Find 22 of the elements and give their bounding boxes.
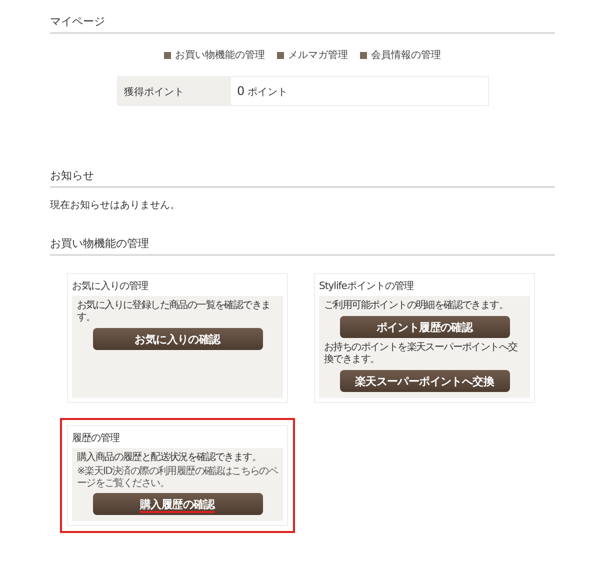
points-unit: ポイント	[248, 86, 288, 99]
page-title: マイページ	[50, 15, 105, 28]
card-title: お気に入りの管理	[72, 280, 150, 293]
section-title: お買い物機能の管理	[50, 237, 149, 250]
description-text: ご利用可能ポイントの明細を確認できます。	[324, 300, 510, 312]
description-text: お持ちのポイントを楽天スーパーポイントへ交換できます。	[324, 342, 518, 366]
action-button[interactable]: ポイント履歴の確認	[340, 316, 510, 338]
card-title: Stylifeポイントの管理	[319, 280, 415, 293]
nav-link[interactable]: お買い物機能の管理	[164, 48, 265, 62]
section-title: お知らせ	[50, 169, 94, 182]
points-label: 獲得ポイント	[118, 77, 231, 105]
action-button[interactable]: お気に入りの確認	[92, 328, 262, 350]
note-text: ※楽天ID決済の際の利用履歴の確認はこちらのページをご覧ください。	[77, 466, 278, 489]
description-text: 購入商品の履歴と配送状況を確認できます。	[77, 452, 262, 464]
description-text: お気に入りに登録した商品の一覧を確認できます。	[77, 300, 272, 324]
nav-link[interactable]: 会員情報の管理	[360, 48, 441, 62]
action-button[interactable]: 購入履歴の確認	[92, 493, 262, 515]
points-value: 0	[237, 84, 245, 98]
notice-message: 現在お知らせはありません。	[50, 199, 181, 212]
action-button[interactable]: 楽天スーパーポイントへ交換	[340, 370, 510, 392]
card-title: 履歴の管理	[72, 432, 121, 445]
nav-link[interactable]: メルマガ管理	[277, 48, 348, 62]
